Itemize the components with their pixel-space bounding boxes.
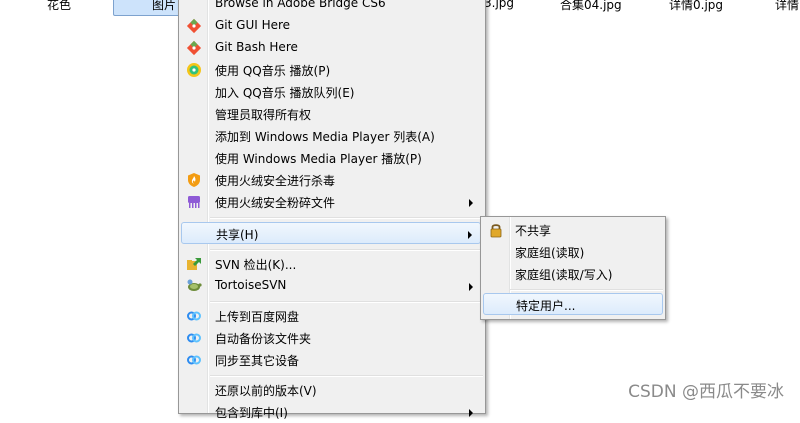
menu-item-label: 还原以前的版本(V) [215,384,317,398]
file-label-3jpg[interactable]: 3.jpg [484,0,514,10]
menu-item-label: 使用火绒安全粉碎文件 [215,196,336,210]
menu-item-wmp-play[interactable]: 使用 Windows Media Player 播放(P) [181,147,481,169]
menu-item-git-bash[interactable]: Git Bash Here [181,37,481,59]
share-item-label: 家庭组(读取) [515,246,585,260]
menu-item-label: 使用火绒安全进行杀毒 [215,174,336,188]
lock-icon [490,224,502,238]
share-item-label: 家庭组(读取/写入) [515,268,613,282]
menu-item-git-gui[interactable]: Git GUI Here [181,15,481,37]
menu-item-restore-versions[interactable]: 还原以前的版本(V) [181,379,481,401]
menu-item-label: 共享(H) [216,228,259,242]
share-item-homegroup-readwrite[interactable]: 家庭组(读取/写入) [483,263,663,285]
baidu-netdisk-icon [187,311,201,321]
file-label-heji04[interactable]: 合集04.jpg [560,0,622,13]
menu-item-baidu-sync[interactable]: 同步至其它设备 [181,349,481,371]
menu-item-label: Git GUI Here [215,18,291,32]
qq-music-icon [187,63,201,77]
shredder-icon [188,196,200,208]
menu-item-include-in-library[interactable]: 包含到库中(I) [181,401,481,423]
submenu-arrow-icon [468,231,472,239]
menu-separator [210,249,483,251]
submenu-arrow-icon [469,199,473,207]
menu-item-label: 使用 QQ音乐 播放(P) [215,64,331,78]
menu-separator [210,375,483,377]
menu-item-label: 自动备份该文件夹 [215,332,312,346]
share-item-homegroup-read[interactable]: 家庭组(读取) [483,241,663,263]
menu-item-baidu-upload[interactable]: 上传到百度网盘 [181,305,481,327]
menu-item-huorong-scan[interactable]: 使用火绒安全进行杀毒 [181,169,481,191]
share-submenu: 不共享 家庭组(读取) 家庭组(读取/写入) 特定用户... [480,216,666,320]
menu-item-label: Git Bash Here [215,40,298,54]
file-label-tupian[interactable]: 图片 [152,0,176,13]
menu-item-share[interactable]: 共享(H) [181,222,481,244]
submenu-arrow-icon [469,283,473,291]
menu-item-tortoisesvn[interactable]: TortoiseSVN [181,275,481,297]
menu-item-label: 上传到百度网盘 [215,310,300,324]
file-label-xiangqing[interactable]: 详情 [775,0,799,13]
menu-item-baidu-backup[interactable]: 自动备份该文件夹 [181,327,481,349]
share-item-label: 不共享 [515,224,552,238]
menu-item-label: TortoiseSVN [215,278,287,292]
menu-item-wmp-add-list[interactable]: 添加到 Windows Media Player 列表(A) [181,125,481,147]
tortoisesvn-icon [187,279,202,291]
menu-item-label: 管理员取得所有权 [215,108,312,122]
menu-item-huorong-shred[interactable]: 使用火绒安全粉碎文件 [181,191,481,213]
menu-item-label: Browse in Adobe Bridge CS6 [215,0,386,10]
menu-item-label: 添加到 Windows Media Player 列表(A) [215,130,435,144]
git-icon [186,40,202,56]
menu-separator [210,301,483,303]
share-item-specific-users[interactable]: 特定用户... [483,293,663,315]
menu-item-label: 包含到库中(I) [215,406,288,420]
file-label-huase[interactable]: 花色 [47,0,71,13]
baidu-netdisk-icon [187,333,201,343]
menu-separator [210,217,483,219]
menu-item-take-ownership[interactable]: 管理员取得所有权 [181,103,481,125]
git-icon [186,18,202,34]
share-item-label: 特定用户... [516,299,576,313]
file-label-xiangqing0[interactable]: 详情0.jpg [669,0,723,13]
menu-item-svn-checkout[interactable]: SVN 检出(K)... [181,253,481,275]
context-menu: Browse in Adobe Bridge CS6 Git GUI Here … [178,0,486,420]
menu-item-label: 加入 QQ音乐 播放队列(E) [215,86,355,100]
menu-item-qq-music-play[interactable]: 使用 QQ音乐 播放(P) [181,59,481,81]
share-item-no-share[interactable]: 不共享 [483,219,663,241]
submenu-arrow-icon [469,409,473,417]
baidu-netdisk-icon [187,355,201,365]
watermark: CSDN @西瓜不要冰 [628,382,784,402]
svn-checkout-icon [187,258,201,270]
menu-item-label: SVN 检出(K)... [215,258,297,272]
huorong-shield-icon [188,173,200,187]
menu-item-label: 使用 Windows Media Player 播放(P) [215,152,422,166]
menu-item-label: 同步至其它设备 [215,354,300,368]
submenu-separator [510,289,663,291]
menu-item-adobe-bridge[interactable]: Browse in Adobe Bridge CS6 [181,0,481,15]
menu-item-qq-music-queue[interactable]: 加入 QQ音乐 播放队列(E) [181,81,481,103]
